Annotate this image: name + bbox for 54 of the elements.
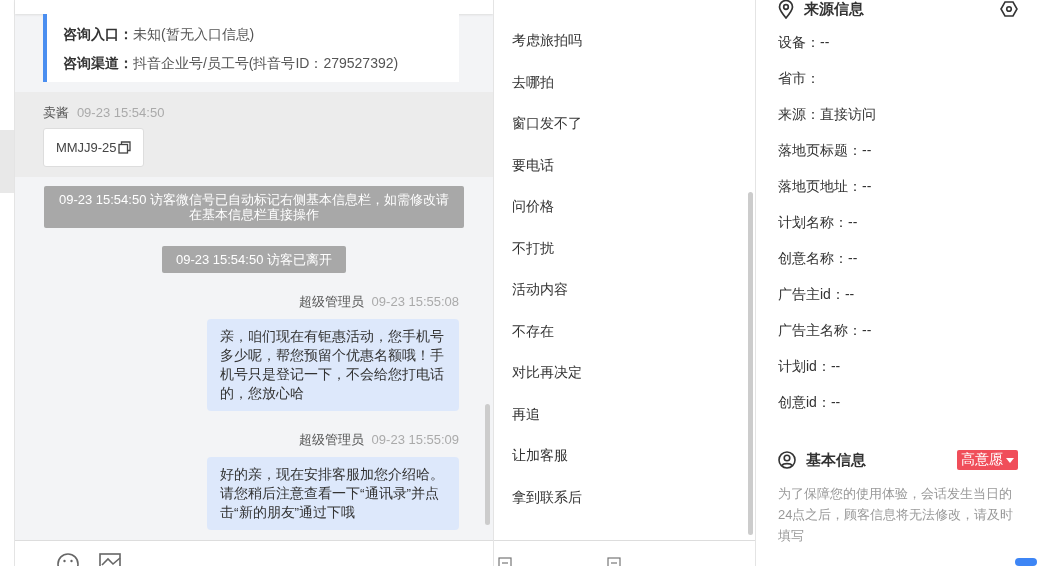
message-text: MMJJ9-25 (55, 140, 117, 155)
copy-icon[interactable] (117, 141, 131, 154)
message-time: 09-23 15:55:09 (371, 432, 460, 447)
scrollbar[interactable] (748, 192, 753, 535)
quick-phrase[interactable]: 再追 (494, 403, 541, 445)
intent-dropdown[interactable]: 高意愿 (957, 450, 1018, 470)
info-field: 计划id：-- (778, 356, 841, 392)
quick-phrase[interactable]: 要电话 (494, 154, 555, 196)
field-value: 未知(暂无入口信息) (132, 26, 255, 42)
info-field: 落地页地址：-- (778, 176, 872, 212)
notice-text: 为了保障您的使用体验，会话发生当日的24点之后，顾客信息将无法修改，请及时填写 (778, 485, 1015, 545)
sender-name: 超级管理员 (298, 294, 364, 309)
info-field: 落地页标题：-- (778, 140, 872, 176)
quick-phrase[interactable]: 不打扰 (494, 237, 555, 279)
info-field: 计划名称：-- (778, 212, 858, 248)
checkbox-icon[interactable] (498, 557, 513, 566)
quick-phrase[interactable]: 对比再决定 (494, 362, 583, 404)
system-notice: 09-23 15:54:50 访客微信号已自动标记右侧基本信息栏，如需修改请在基本信息栏直接操作 (44, 186, 464, 228)
info-field: 省市： (778, 68, 820, 104)
quick-phrase[interactable]: 让加客服 (494, 445, 569, 487)
field-label: 咨询渠道： (62, 55, 133, 71)
checkbox-icon[interactable] (607, 557, 622, 566)
quick-phrase[interactable]: 去哪拍 (494, 71, 555, 113)
info-field: 设备：-- (778, 32, 830, 68)
quick-phrase[interactable]: 拿到联系后 (494, 486, 583, 528)
emoji-icon[interactable] (56, 553, 79, 566)
message-bubble: 好的亲，现在安排客服加您介绍哈。请您稍后注意查看一下“通讯录”并点击“新的朋友”通过下哦 (207, 457, 460, 530)
info-field: 创意id：-- (778, 392, 841, 428)
message-time: 09-23 15:54:50 (76, 105, 165, 120)
sender-name: 超级管理员 (298, 432, 364, 447)
info-field: 广告主名称：-- (778, 320, 872, 356)
quick-phrase[interactable]: 考虑旅拍吗 (494, 30, 583, 72)
scrollbar[interactable] (485, 404, 491, 525)
message-bubble: 亲，咱们现在有钜惠活动，您手机号多少呢，帮您预留个优惠名额哦！手机号只是登记一下，不会给您打电话的，您放心哈 (207, 319, 460, 411)
quick-phrase[interactable]: 窗口发不了 (494, 113, 583, 155)
info-field: 创意名称：-- (778, 248, 858, 284)
field-label: 咨询入口： (62, 26, 133, 42)
image-icon[interactable] (98, 553, 121, 566)
quick-phrase[interactable]: 不存在 (494, 320, 555, 362)
quick-phrase[interactable]: 活动内容 (494, 279, 569, 321)
settings-icon[interactable] (1000, 1, 1018, 17)
section-title: 基本信息 (806, 450, 867, 470)
location-pin-icon (778, 0, 794, 19)
quick-phrase[interactable]: 问价格 (494, 196, 555, 238)
system-notice: 09-23 15:54:50 访客已离开 (161, 246, 346, 273)
sender-name: 卖酱 (42, 105, 69, 120)
message-time: 09-23 15:55:08 (371, 294, 460, 309)
caret-icon (1006, 457, 1014, 463)
floating-button[interactable] (1015, 558, 1037, 566)
info-field: 来源：直接访问 (778, 104, 876, 140)
section-title: 来源信息 (804, 0, 865, 19)
info-field: 广告主id：-- (778, 284, 855, 320)
field-value: 抖音企业号/员工号(抖音号ID：279527392) (132, 55, 399, 71)
user-icon (778, 451, 796, 469)
